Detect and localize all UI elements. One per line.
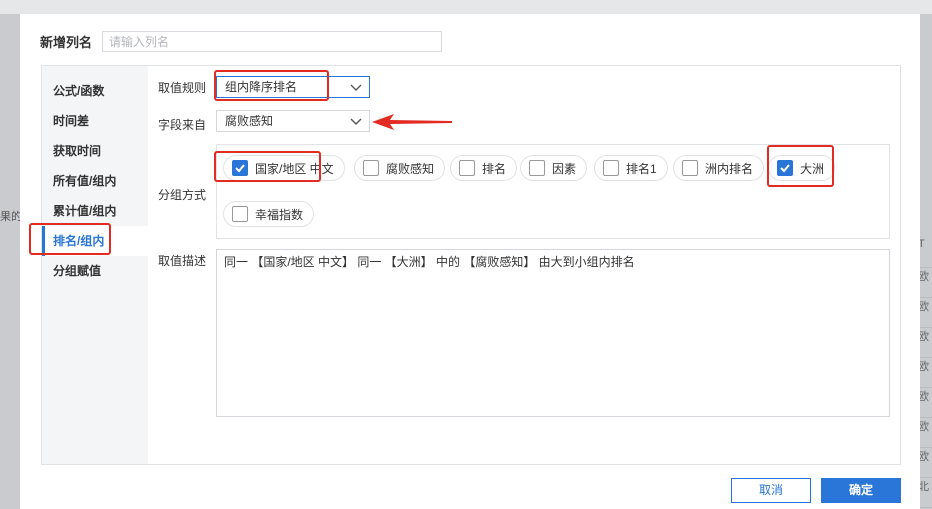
cancel-button[interactable]: 取消 bbox=[731, 478, 811, 503]
group-option-label: 排名 bbox=[482, 161, 507, 176]
background-right-cell: 欧 bbox=[918, 358, 932, 388]
background-top-strip bbox=[0, 0, 932, 14]
chevron-down-icon bbox=[350, 84, 362, 91]
checkbox-icon bbox=[363, 160, 379, 176]
group-option-label: 因素 bbox=[552, 161, 577, 176]
background-right-cell: 欧 bbox=[918, 328, 932, 358]
sidebar-item-all-values[interactable]: 所有值/组内 bbox=[42, 166, 148, 196]
desc-textarea[interactable]: 同一 【国家/地区 中文】 同一 【大洲】 中的 【腐败感知】 由大到小组内排名 bbox=[216, 249, 890, 417]
sidebar-item-time-diff[interactable]: 时间差 bbox=[42, 106, 148, 136]
rule-label: 取值规则 bbox=[158, 81, 207, 95]
checkbox-icon bbox=[682, 160, 698, 176]
group-option-continent[interactable]: 大洲 bbox=[768, 155, 836, 181]
dialog-header: 新增列名 bbox=[40, 31, 443, 52]
form-content: 取值规则 组内降序排名 字段来自 腐败感知 分组方式 国家/地区 中文 腐败感知 bbox=[148, 66, 900, 464]
background-right-cell: 欧 bbox=[918, 298, 932, 328]
checkbox-checked-icon bbox=[777, 160, 793, 176]
group-option-label: 排名1 bbox=[626, 161, 657, 176]
column-name-input[interactable] bbox=[102, 31, 443, 52]
sidebar-item-formula[interactable]: 公式/函数 bbox=[42, 76, 148, 106]
group-option-happiness[interactable]: 幸福指数 bbox=[223, 201, 315, 227]
rule-select-value: 组内降序排名 bbox=[225, 80, 298, 94]
background-right-cell: 欧 bbox=[918, 268, 932, 298]
confirm-button[interactable]: 确定 bbox=[821, 478, 901, 503]
sidebar-item-group-assign[interactable]: 分组赋值 bbox=[42, 256, 148, 286]
checkbox-icon bbox=[529, 160, 545, 176]
add-column-dialog: 新增列名 公式/函数 时间差 获取时间 所有值/组内 累计值/组内 排名/组内 … bbox=[20, 14, 920, 509]
sidebar-item-get-time[interactable]: 获取时间 bbox=[42, 136, 148, 166]
background-right-column: T 欧 欧 欧 欧 欧 欧 欧 北 bbox=[918, 238, 932, 508]
background-left-text: 果的 bbox=[0, 211, 22, 223]
group-option-label: 幸福指数 bbox=[255, 207, 304, 222]
sidebar: 公式/函数 时间差 获取时间 所有值/组内 累计值/组内 排名/组内 分组赋值 bbox=[42, 66, 148, 464]
group-options-box: 国家/地区 中文 腐败感知 排名 因素 排名1 洲内排名 大洲 幸福指数 bbox=[216, 144, 890, 239]
config-panel: 公式/函数 时间差 获取时间 所有值/组内 累计值/组内 排名/组内 分组赋值 … bbox=[41, 65, 901, 465]
group-method-label: 分组方式 bbox=[158, 188, 207, 202]
group-option-factor[interactable]: 因素 bbox=[520, 155, 588, 181]
background-right-cell: 欧 bbox=[918, 418, 932, 448]
group-option-label: 国家/地区 中文 bbox=[255, 161, 334, 176]
group-option-label: 腐败感知 bbox=[386, 161, 435, 176]
group-option-continent-rank[interactable]: 洲内排名 bbox=[673, 155, 765, 181]
background-right-cell: 欧 bbox=[918, 388, 932, 418]
group-option-corruption[interactable]: 腐败感知 bbox=[354, 155, 446, 181]
field-source-label: 字段来自 bbox=[158, 118, 207, 132]
desc-label: 取值描述 bbox=[158, 254, 207, 268]
rule-select[interactable]: 组内降序排名 bbox=[216, 76, 370, 98]
group-option-country[interactable]: 国家/地区 中文 bbox=[223, 155, 345, 181]
group-option-label: 洲内排名 bbox=[705, 161, 754, 176]
checkbox-icon bbox=[603, 160, 619, 176]
dialog-title: 新增列名 bbox=[40, 35, 93, 50]
field-source-value: 腐败感知 bbox=[225, 114, 274, 128]
sidebar-item-cumulative[interactable]: 累计值/组内 bbox=[42, 196, 148, 226]
checkbox-checked-icon bbox=[232, 160, 248, 176]
background-right-cell: T bbox=[918, 238, 932, 268]
checkbox-icon bbox=[459, 160, 475, 176]
group-option-label: 大洲 bbox=[800, 161, 825, 176]
sidebar-item-rank[interactable]: 排名/组内 bbox=[42, 226, 148, 256]
background-right-cell: 欧 bbox=[918, 448, 932, 478]
background-right-cell: 北 bbox=[918, 478, 932, 508]
field-source-select[interactable]: 腐败感知 bbox=[216, 110, 370, 132]
group-option-rank[interactable]: 排名 bbox=[450, 155, 518, 181]
desc-text: 同一 【国家/地区 中文】 同一 【大洲】 中的 【腐败感知】 由大到小组内排名 bbox=[224, 255, 635, 269]
checkbox-icon bbox=[232, 206, 248, 222]
chevron-down-icon bbox=[350, 118, 362, 125]
group-option-rank1[interactable]: 排名1 bbox=[594, 155, 668, 181]
